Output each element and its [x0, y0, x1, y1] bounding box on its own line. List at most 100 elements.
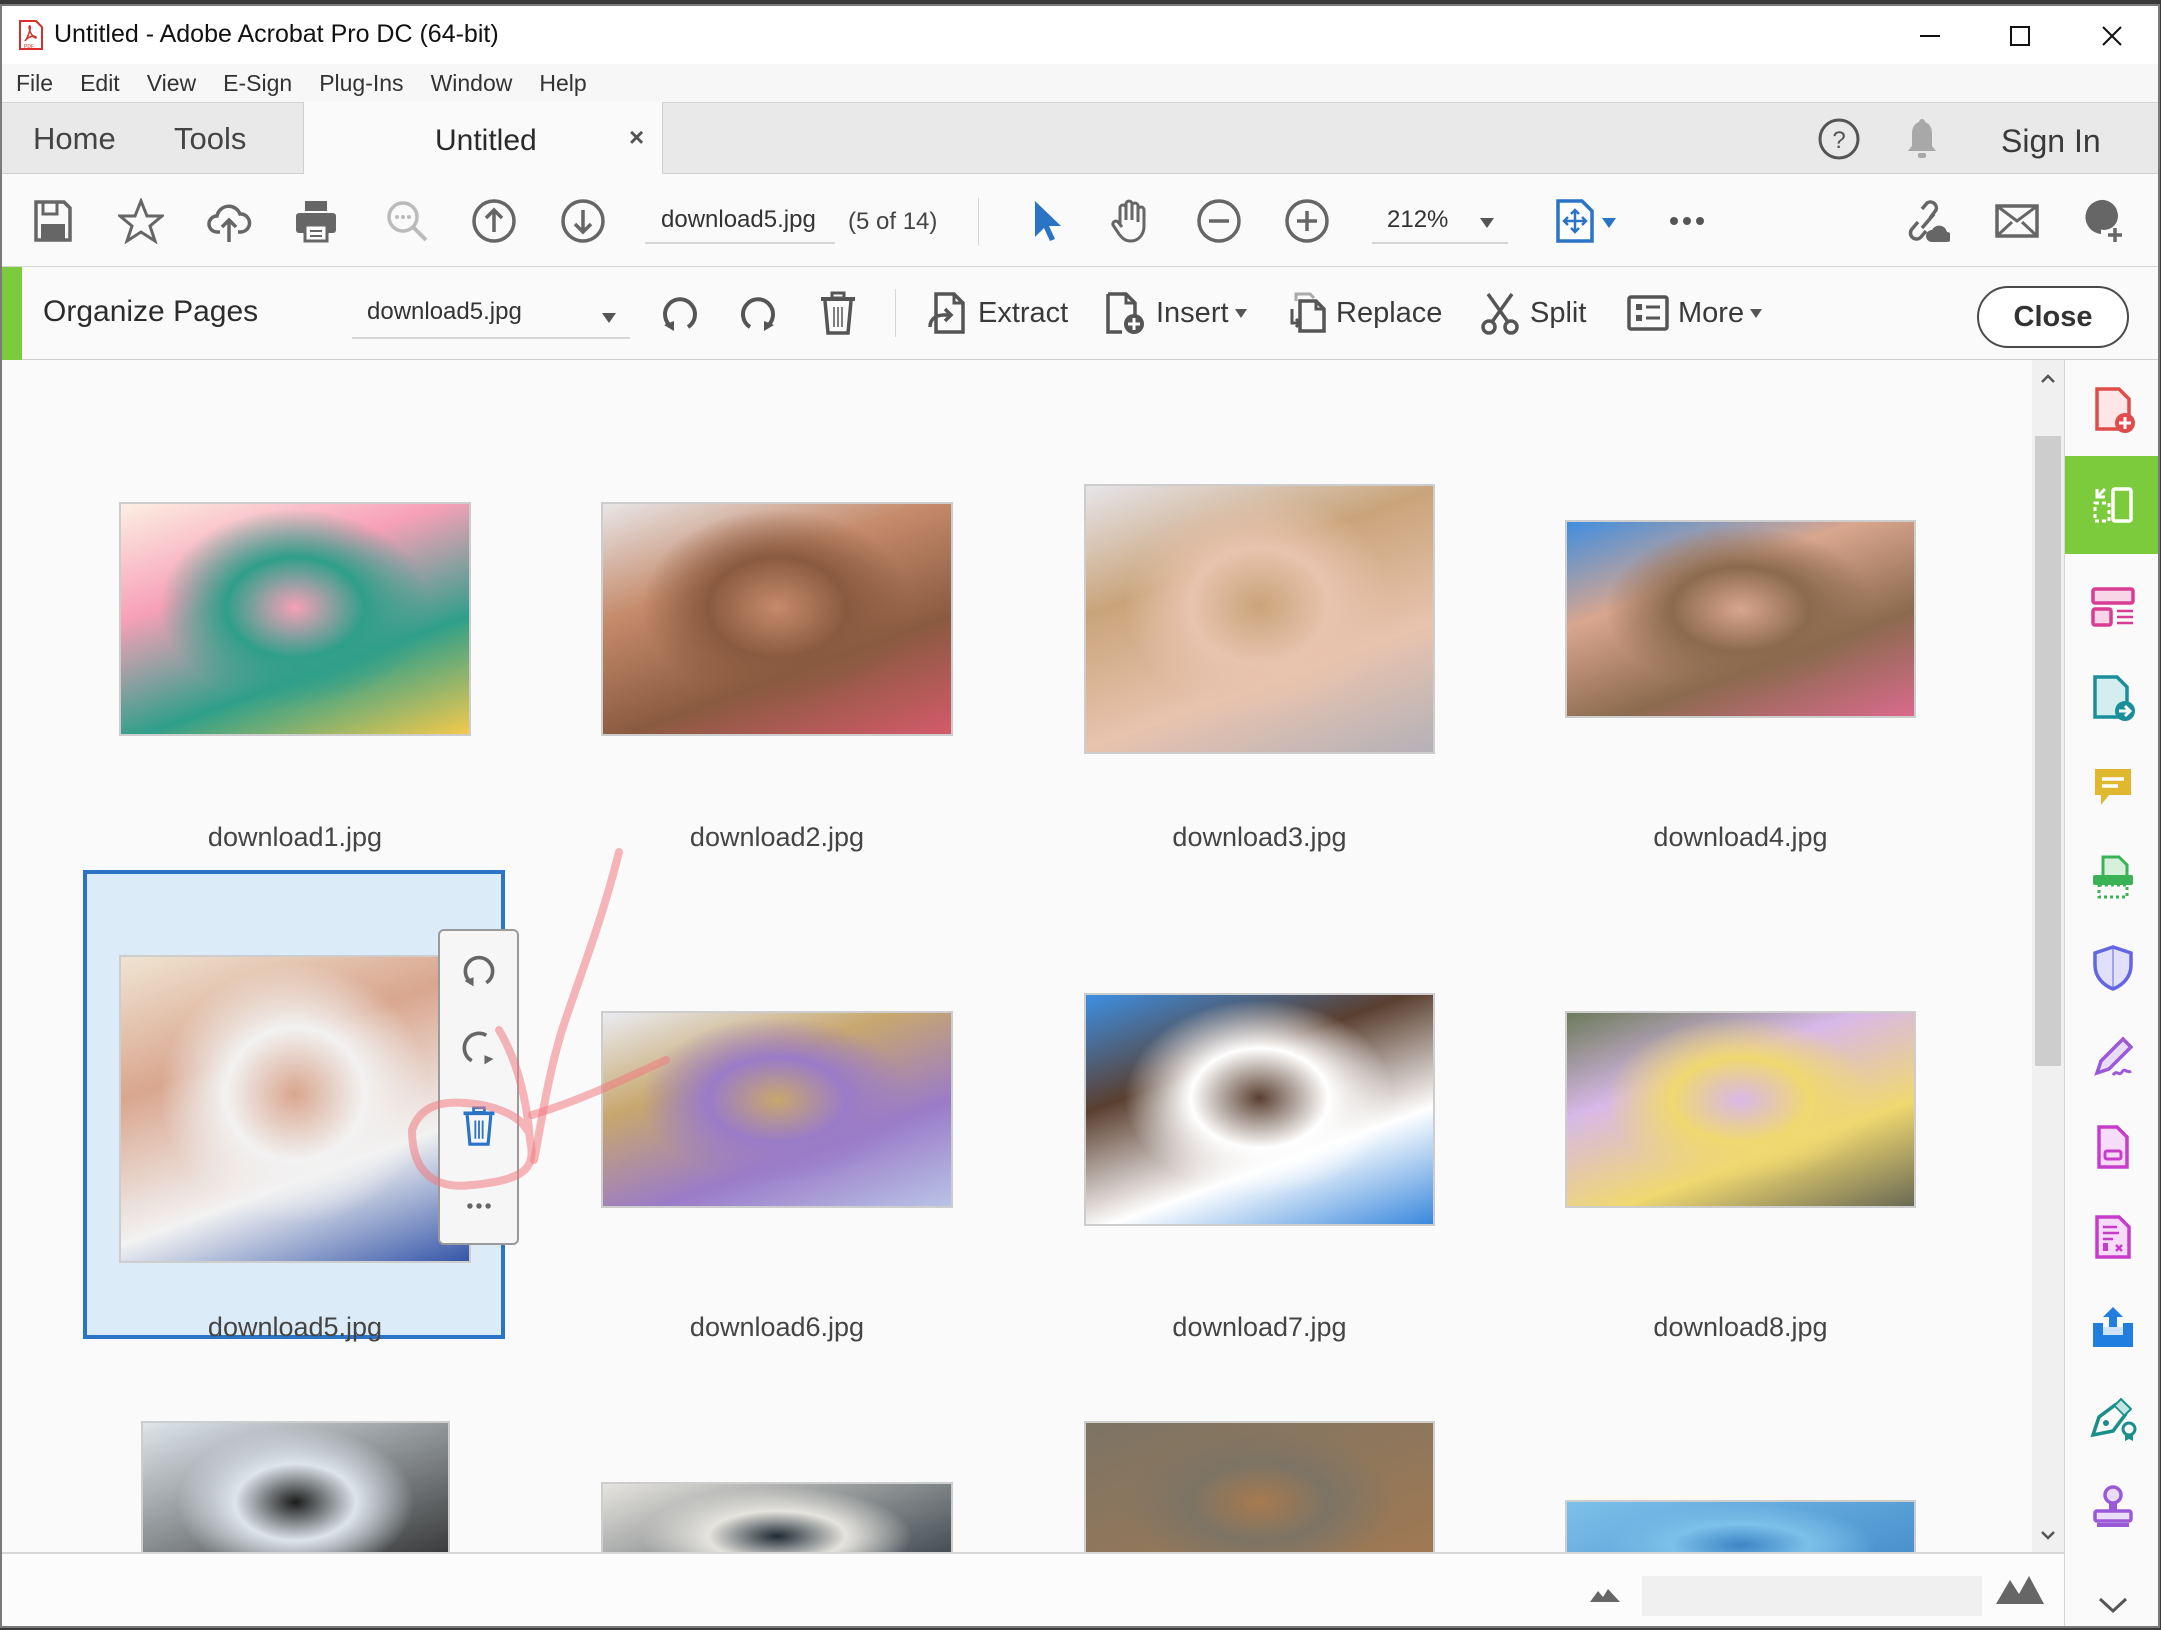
window-title: Untitled - Adobe Acrobat Pro DC (64-bit)	[54, 20, 499, 48]
sign-in-link[interactable]: Sign In	[2001, 123, 2101, 160]
tab-bar: Home Tools Untitled × ? Sign In	[2, 102, 2158, 175]
previous-page-button[interactable]	[469, 196, 519, 246]
search-button[interactable]	[382, 196, 432, 246]
sidebar-tool-comment[interactable]	[2065, 746, 2158, 828]
page-thumbnail[interactable]	[1084, 1421, 1435, 1552]
rotate-counterclockwise-icon	[663, 297, 697, 331]
tab-home[interactable]: Home	[33, 121, 116, 157]
sidebar-expand-icon[interactable]	[2097, 1596, 2129, 1614]
close-tab-button[interactable]: ×	[629, 122, 644, 153]
fit-page-button[interactable]	[1550, 196, 1600, 246]
page-thumbnail[interactable]	[601, 1482, 953, 1552]
menu-plug-ins[interactable]: Plug-Ins	[319, 70, 403, 97]
scan-ocr-icon	[2093, 855, 2133, 899]
sidebar-tool-fill-sign[interactable]	[2065, 1016, 2158, 1098]
sidebar-tool-stamp[interactable]	[2065, 1466, 2158, 1548]
menu-view[interactable]: View	[147, 70, 196, 97]
page-thumbnail[interactable]	[601, 502, 953, 736]
menu-e-sign[interactable]: E-Sign	[223, 70, 292, 97]
more-button[interactable]: More	[1626, 287, 1763, 339]
share-link-icon	[1908, 200, 1950, 242]
add-user-icon	[2085, 199, 2122, 242]
large-thumbnails-icon[interactable]	[1996, 1574, 2044, 1604]
tab-document[interactable]: Untitled ×	[303, 102, 663, 175]
menu-edit[interactable]: Edit	[80, 70, 120, 97]
page-thumbnail[interactable]	[1565, 520, 1916, 718]
sidebar-tool-create-pdf[interactable]	[2065, 368, 2158, 450]
upload-cloud-button[interactable]	[204, 196, 254, 246]
small-thumbnails-icon[interactable]	[1590, 1584, 1620, 1602]
more-tools-button[interactable]	[1662, 196, 1712, 246]
toolbar-divider	[978, 198, 979, 246]
sidebar-tool-protect[interactable]	[2065, 926, 2158, 1008]
sidebar-tool-share[interactable]	[2065, 1286, 2158, 1368]
select-pointer-icon	[1035, 201, 1061, 241]
page-select-caret-icon[interactable]	[602, 313, 616, 323]
rotate-right-button[interactable]	[736, 287, 788, 339]
zoom-dropdown-caret-icon[interactable]	[1480, 218, 1494, 228]
document-tab-label: Untitled	[435, 124, 537, 157]
org-toolbar-divider	[895, 289, 896, 337]
sidebar-tool-compress-pdf[interactable]	[2065, 1106, 2158, 1188]
menu-window[interactable]: Window	[431, 70, 513, 97]
print-button[interactable]	[291, 196, 341, 246]
sidebar-tool-certificates[interactable]	[2065, 1376, 2158, 1458]
page-thumbnail[interactable]	[601, 1011, 953, 1208]
notifications-bell-icon[interactable]	[1902, 117, 1942, 161]
menu-file[interactable]: File	[16, 70, 53, 97]
email-button[interactable]	[1992, 196, 2042, 246]
tab-tools[interactable]: Tools	[174, 121, 246, 157]
page-thumbnail[interactable]	[1565, 1011, 1916, 1208]
page-thumbnail[interactable]	[1565, 1500, 1916, 1552]
page-rotate-left-button[interactable]	[452, 943, 506, 997]
save-button[interactable]	[28, 196, 78, 246]
page-thumbnail[interactable]	[1084, 484, 1435, 754]
zoom-out-button[interactable]	[1194, 196, 1244, 246]
page-more-button[interactable]	[452, 1179, 506, 1233]
maximize-button[interactable]	[1980, 14, 2060, 58]
close-window-button[interactable]	[2072, 14, 2152, 58]
sidebar-tool-organize-pages[interactable]	[2065, 456, 2158, 554]
share-link-button[interactable]	[1902, 196, 1952, 246]
page-name-field[interactable]: download5.jpg	[645, 202, 835, 244]
bookmark-button[interactable]	[116, 196, 166, 246]
delete-pages-button[interactable]	[816, 287, 868, 339]
scroll-down-icon[interactable]	[2040, 1530, 2056, 1542]
sidebar-tool-export-pdf[interactable]	[2065, 656, 2158, 738]
acrobat-pdf-icon: PDF	[19, 20, 43, 50]
split-button[interactable]: Split	[1478, 287, 1586, 339]
sidebar-tool-edit-pdf[interactable]	[2065, 566, 2158, 648]
page-thumbnail-label: download4.jpg	[1653, 822, 1828, 852]
zoom-in-button[interactable]	[1282, 196, 1332, 246]
menu-help[interactable]: Help	[539, 70, 586, 97]
extract-button[interactable]: Extract	[926, 287, 1068, 339]
vertical-scrollbar[interactable]	[2032, 360, 2064, 1552]
sidebar-tool-scan-ocr[interactable]	[2065, 836, 2158, 918]
page-delete-button[interactable]	[452, 1099, 506, 1153]
help-icon[interactable]: ?	[1817, 117, 1861, 161]
thumbnail-size-bar	[2, 1552, 2064, 1626]
page-thumbnail[interactable]	[1084, 993, 1435, 1226]
replace-button[interactable]: Replace	[1284, 287, 1442, 339]
add-user-button[interactable]	[2080, 196, 2130, 246]
save-icon	[34, 200, 72, 242]
page-thumbnail[interactable]	[119, 502, 471, 736]
hand-tool-button[interactable]	[1106, 196, 1156, 246]
rotate-left-button[interactable]	[658, 287, 710, 339]
page-select-dropdown[interactable]: download5.jpg	[352, 291, 630, 339]
scroll-up-icon[interactable]	[2040, 372, 2056, 384]
page-down-icon	[561, 199, 605, 243]
page-thumbnail[interactable]	[141, 1421, 450, 1552]
select-tool-button[interactable]	[1020, 196, 1070, 246]
page-thumbnail[interactable]	[119, 955, 471, 1263]
next-page-button[interactable]	[558, 196, 608, 246]
minimize-button[interactable]	[1890, 14, 1970, 58]
thumbnail-size-slider[interactable]	[1642, 1576, 1982, 1616]
scrollbar-thumb[interactable]	[2035, 436, 2061, 1066]
insert-button[interactable]: Insert	[1104, 287, 1247, 339]
page-rotate-right-button[interactable]	[452, 1021, 506, 1075]
close-tool-button[interactable]: Close	[1977, 286, 2129, 348]
sidebar-tool-redact[interactable]	[2065, 1196, 2158, 1278]
delete-page-icon	[463, 1106, 495, 1146]
fit-page-dropdown-caret-icon[interactable]	[1602, 218, 1616, 228]
